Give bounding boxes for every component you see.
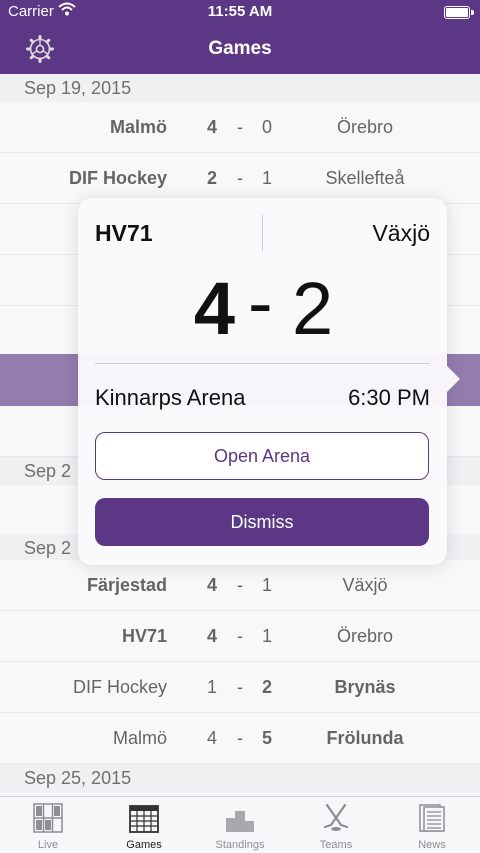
newspaper-icon [419, 804, 445, 832]
game-detail-popover: HV71 Växjö 4 - 2 Kinnarps Arena 6:30 PM … [78, 198, 460, 565]
arena-name: Kinnarps Arena [95, 385, 246, 410]
status-time: 11:55 AM [207, 3, 273, 20]
tab-label: Live [37, 839, 59, 851]
tab-label: News [418, 839, 446, 851]
scoreboard-icon [33, 803, 63, 833]
open-arena-button[interactable]: Open Arena [95, 432, 429, 480]
tab-label: Standings [215, 839, 265, 851]
popover-away-score: 2 [292, 267, 334, 350]
calendar-icon [129, 805, 159, 833]
popover-home-score: 4 [193, 267, 235, 350]
tab-live[interactable]: Live [0, 797, 96, 853]
popover-divider [95, 363, 430, 364]
game-time: 6:30 PM [348, 385, 430, 410]
popover-arrow [447, 366, 460, 392]
popover-home-team: HV71 [95, 220, 153, 246]
tab-bar: Live Games Standings Teams News [0, 796, 480, 853]
tab-label: Games [126, 839, 162, 851]
dismiss-button[interactable]: Dismiss [95, 498, 429, 546]
hockey-sticks-icon [323, 803, 349, 831]
status-bar: Carrier 11:55 AM [0, 0, 480, 24]
tab-standings[interactable]: Standings [192, 797, 288, 853]
popover-score-dash: - [248, 261, 273, 344]
tab-games[interactable]: Games [96, 797, 192, 853]
tab-label: Teams [319, 839, 353, 851]
tab-news[interactable]: News [384, 797, 480, 853]
popover-score: 4 - 2 [78, 261, 447, 356]
team-divider [262, 215, 263, 251]
tab-teams[interactable]: Teams [288, 797, 384, 853]
battery-icon [444, 6, 474, 19]
podium-icon [226, 811, 254, 832]
navigation-bar: Games [0, 24, 480, 74]
page-title: Games [208, 38, 272, 59]
popover-away-team: Växjö [372, 220, 430, 246]
